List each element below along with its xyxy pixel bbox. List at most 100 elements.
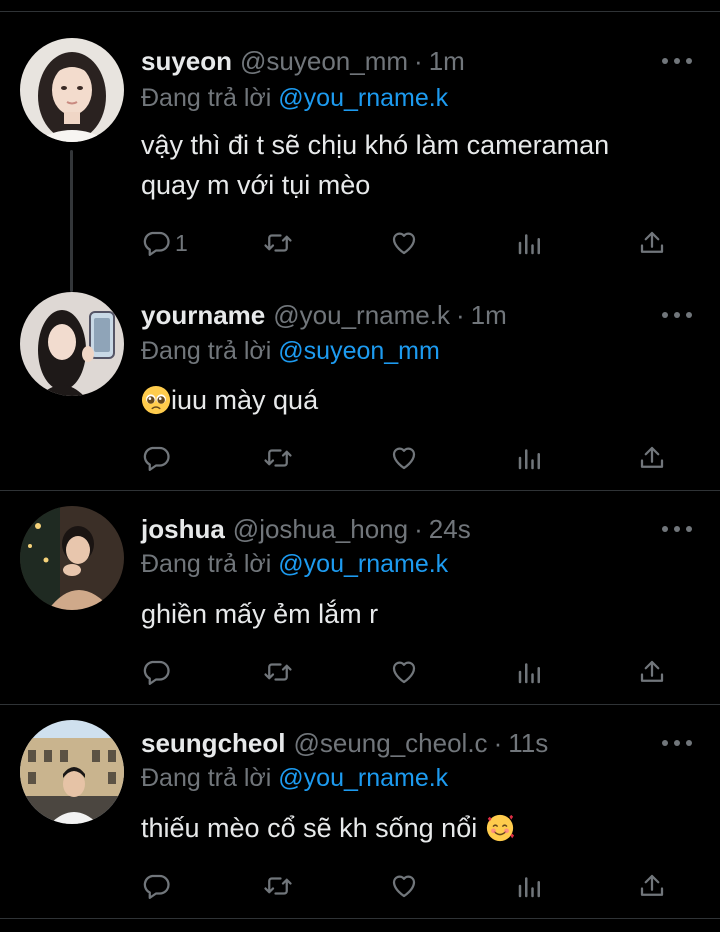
action-bar [141, 868, 681, 904]
share-button[interactable] [637, 654, 667, 690]
replying-prefix: Đang trả lời [141, 550, 279, 578]
reply-icon [143, 231, 170, 256]
tweet-text: vậy thì đi t sẽ chịu khó làm cameraman q… [141, 125, 681, 205]
retweet-button[interactable] [263, 440, 293, 476]
tweet-divider [0, 918, 720, 919]
replying-prefix: Đang trả lời [141, 84, 279, 112]
avatar[interactable] [20, 292, 124, 396]
tweet-header: joshua @joshua_hong · 24s [141, 514, 471, 548]
tweet-header: suyeon @suyeon_mm · 1m [141, 46, 465, 80]
avatar[interactable] [20, 720, 124, 824]
retweet-icon [264, 877, 292, 895]
views-icon [518, 663, 540, 684]
tweet-text-line: thiếu mèo cổ sẽ kh sống nổi [141, 808, 681, 848]
tweet-text: iuu mày quá [141, 380, 681, 420]
replying-to: Đang trả lời @you_rname.k [141, 84, 448, 113]
reply-icon [143, 446, 170, 471]
replying-prefix: Đang trả lời [141, 337, 279, 365]
like-button[interactable] [389, 225, 419, 261]
separator-dot: · [414, 514, 423, 544]
reply-button[interactable] [141, 868, 171, 904]
share-icon [640, 874, 664, 896]
reply-count: 1 [175, 229, 188, 256]
tweet-text-line: vậy thì đi t sẽ chịu khó làm cameraman [141, 130, 610, 160]
heart-icon [392, 447, 416, 470]
tweet-divider [0, 490, 720, 491]
share-icon [640, 446, 664, 468]
retweet-button[interactable] [263, 654, 293, 690]
views-icon [518, 877, 540, 898]
tweet-divider [0, 704, 720, 705]
replying-to-mention[interactable]: @you_rname.k [278, 764, 448, 792]
like-button[interactable] [389, 868, 419, 904]
views-button[interactable] [515, 868, 545, 904]
display-name[interactable]: joshua [141, 514, 225, 545]
timestamp[interactable]: 1m [471, 300, 507, 331]
views-icon [518, 449, 540, 470]
avatar[interactable] [20, 38, 124, 142]
share-icon [640, 660, 664, 682]
heart-icon [392, 875, 416, 898]
retweet-button[interactable] [263, 225, 293, 261]
display-name[interactable]: yourname [141, 300, 265, 331]
views-button[interactable] [515, 440, 545, 476]
tweet-text-line: iuu mày quá [141, 380, 681, 420]
tweet-header: seungcheol @seung_cheol.c · 11s [141, 728, 548, 762]
username[interactable]: @seung_cheol.c [293, 728, 487, 759]
replying-to: Đang trả lời @suyeon_mm [141, 337, 440, 366]
heart-icon [392, 232, 416, 255]
tweet-text-content: iuu mày quá [171, 385, 319, 415]
action-bar: 1 [141, 225, 681, 261]
share-button[interactable] [637, 225, 667, 261]
thread-connector-line [70, 150, 73, 292]
like-button[interactable] [389, 440, 419, 476]
action-bar [141, 440, 681, 476]
timestamp[interactable]: 24s [429, 514, 471, 545]
display-name[interactable]: seungcheol [141, 728, 285, 759]
views-button[interactable] [515, 225, 545, 261]
username[interactable]: @joshua_hong [233, 514, 408, 545]
tweet-header: yourname @you_rname.k · 1m [141, 300, 507, 334]
username[interactable]: @you_rname.k [273, 300, 450, 331]
tweet-text: ghiền mấy ẻm lắm r [141, 594, 681, 634]
retweet-icon [264, 449, 292, 467]
more-icon[interactable] [662, 309, 692, 321]
separator-dot: · [414, 46, 423, 76]
reply-button[interactable]: 1 [141, 225, 188, 261]
replying-to: Đang trả lời @you_rname.k [141, 550, 448, 579]
share-button[interactable] [637, 868, 667, 904]
display-name[interactable]: suyeon [141, 46, 232, 77]
timestamp[interactable]: 1m [429, 46, 465, 77]
share-icon [640, 231, 664, 253]
separator-dot: · [455, 300, 465, 330]
smiling-face-with-hearts-emoji [486, 814, 514, 842]
tweet-text: thiếu mèo cổ sẽ kh sống nổi [141, 808, 681, 848]
more-icon[interactable] [662, 523, 692, 535]
separator-dot: · [493, 728, 503, 758]
timestamp[interactable]: 11s [508, 728, 548, 759]
heart-icon [392, 661, 416, 684]
reply-icon [143, 874, 170, 899]
replying-to-mention[interactable]: @suyeon_mm [278, 337, 440, 365]
views-icon [518, 234, 540, 255]
action-bar [141, 654, 681, 690]
like-button[interactable] [389, 654, 419, 690]
top-divider [0, 11, 720, 12]
more-icon[interactable] [662, 55, 692, 67]
retweet-button[interactable] [263, 868, 293, 904]
reply-icon [143, 660, 170, 685]
replying-prefix: Đang trả lời [141, 764, 279, 792]
tweet-text-line: ghiền mấy ẻm lắm r [141, 599, 379, 629]
replying-to: Đang trả lời @you_rname.k [141, 764, 448, 793]
share-button[interactable] [637, 440, 667, 476]
username[interactable]: @suyeon_mm [240, 46, 408, 77]
views-button[interactable] [515, 654, 545, 690]
replying-to-mention[interactable]: @you_rname.k [278, 550, 448, 578]
reply-button[interactable] [141, 440, 171, 476]
replying-to-mention[interactable]: @you_rname.k [278, 84, 448, 112]
pleading-face-emoji [141, 385, 171, 415]
more-icon[interactable] [662, 737, 692, 749]
avatar[interactable] [20, 506, 124, 610]
reply-button[interactable] [141, 654, 171, 690]
retweet-icon [264, 234, 292, 252]
